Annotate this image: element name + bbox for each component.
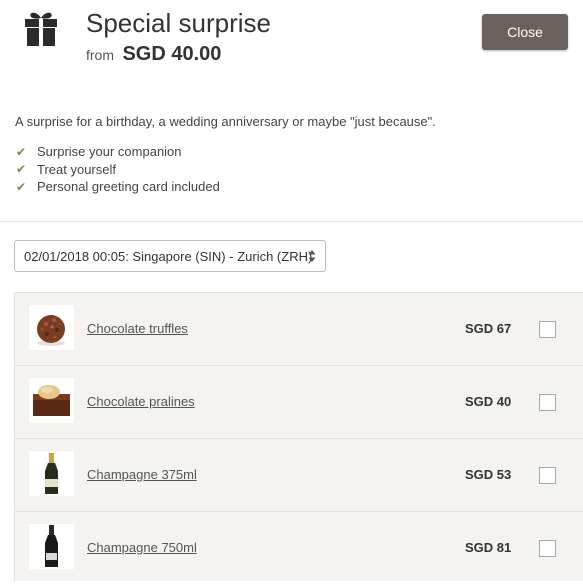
- flight-select-value: 02/01/2018 00:05: Singapore (SIN) - Zuri…: [24, 248, 313, 264]
- product-price: SGD 81: [465, 540, 512, 555]
- section-divider: [0, 221, 583, 222]
- flight-select[interactable]: 02/01/2018 00:05: Singapore (SIN) - Zuri…: [14, 240, 326, 272]
- feature-text: Personal greeting card included: [37, 179, 220, 195]
- feature-item: ✔ Treat yourself: [16, 161, 220, 179]
- product-price: SGD 67: [465, 321, 512, 336]
- price-line: from SGD 40.00: [86, 43, 221, 66]
- sort-arrows-icon: [308, 250, 316, 262]
- product-name-link[interactable]: Chocolate truffles: [87, 321, 188, 336]
- starting-price: SGD 40.00: [122, 43, 222, 65]
- product-checkbox[interactable]: [539, 394, 556, 411]
- gift-icon: [25, 12, 57, 46]
- product-row: Chocolate truffles SGD 67: [15, 293, 583, 366]
- close-button[interactable]: Close: [482, 14, 568, 50]
- checkmark-icon: ✔: [16, 162, 27, 177]
- feature-text: Treat yourself: [37, 161, 116, 177]
- product-checkbox[interactable]: [539, 540, 556, 557]
- checkmark-icon: ✔: [16, 179, 27, 194]
- product-checkbox[interactable]: [539, 467, 556, 484]
- product-name-link[interactable]: Chocolate pralines: [87, 394, 195, 409]
- feature-text: Surprise your companion: [37, 144, 182, 160]
- champagne-large-image: [29, 524, 74, 569]
- page-title: Special surprise: [86, 8, 271, 38]
- from-label: from: [86, 47, 114, 63]
- dialog-header: Special surprise from SGD 40.00 Close: [0, 0, 583, 100]
- product-name-link[interactable]: Champagne 375ml: [87, 467, 197, 482]
- product-name-link[interactable]: Champagne 750ml: [87, 540, 197, 555]
- product-price: SGD 40: [465, 394, 512, 409]
- feature-item: ✔ Personal greeting card included: [16, 178, 220, 196]
- product-row: Champagne 750ml SGD 81: [15, 512, 583, 585]
- product-row: Champagne 375ml SGD 53: [15, 439, 583, 512]
- feature-item: ✔ Surprise your companion: [16, 143, 220, 161]
- champagne-small-image: [29, 451, 74, 496]
- product-list: Chocolate truffles SGD 67 Chocolate pral…: [14, 292, 583, 581]
- product-row: Chocolate pralines SGD 40: [15, 366, 583, 439]
- praline-image: [29, 378, 74, 423]
- checkmark-icon: ✔: [16, 144, 27, 159]
- product-checkbox[interactable]: [539, 321, 556, 338]
- product-price: SGD 53: [465, 467, 512, 482]
- feature-list: ✔ Surprise your companion ✔ Treat yourself…: [16, 143, 220, 196]
- description: A surprise for a birthday, a wedding ann…: [15, 114, 436, 129]
- truffle-image: [29, 305, 74, 350]
